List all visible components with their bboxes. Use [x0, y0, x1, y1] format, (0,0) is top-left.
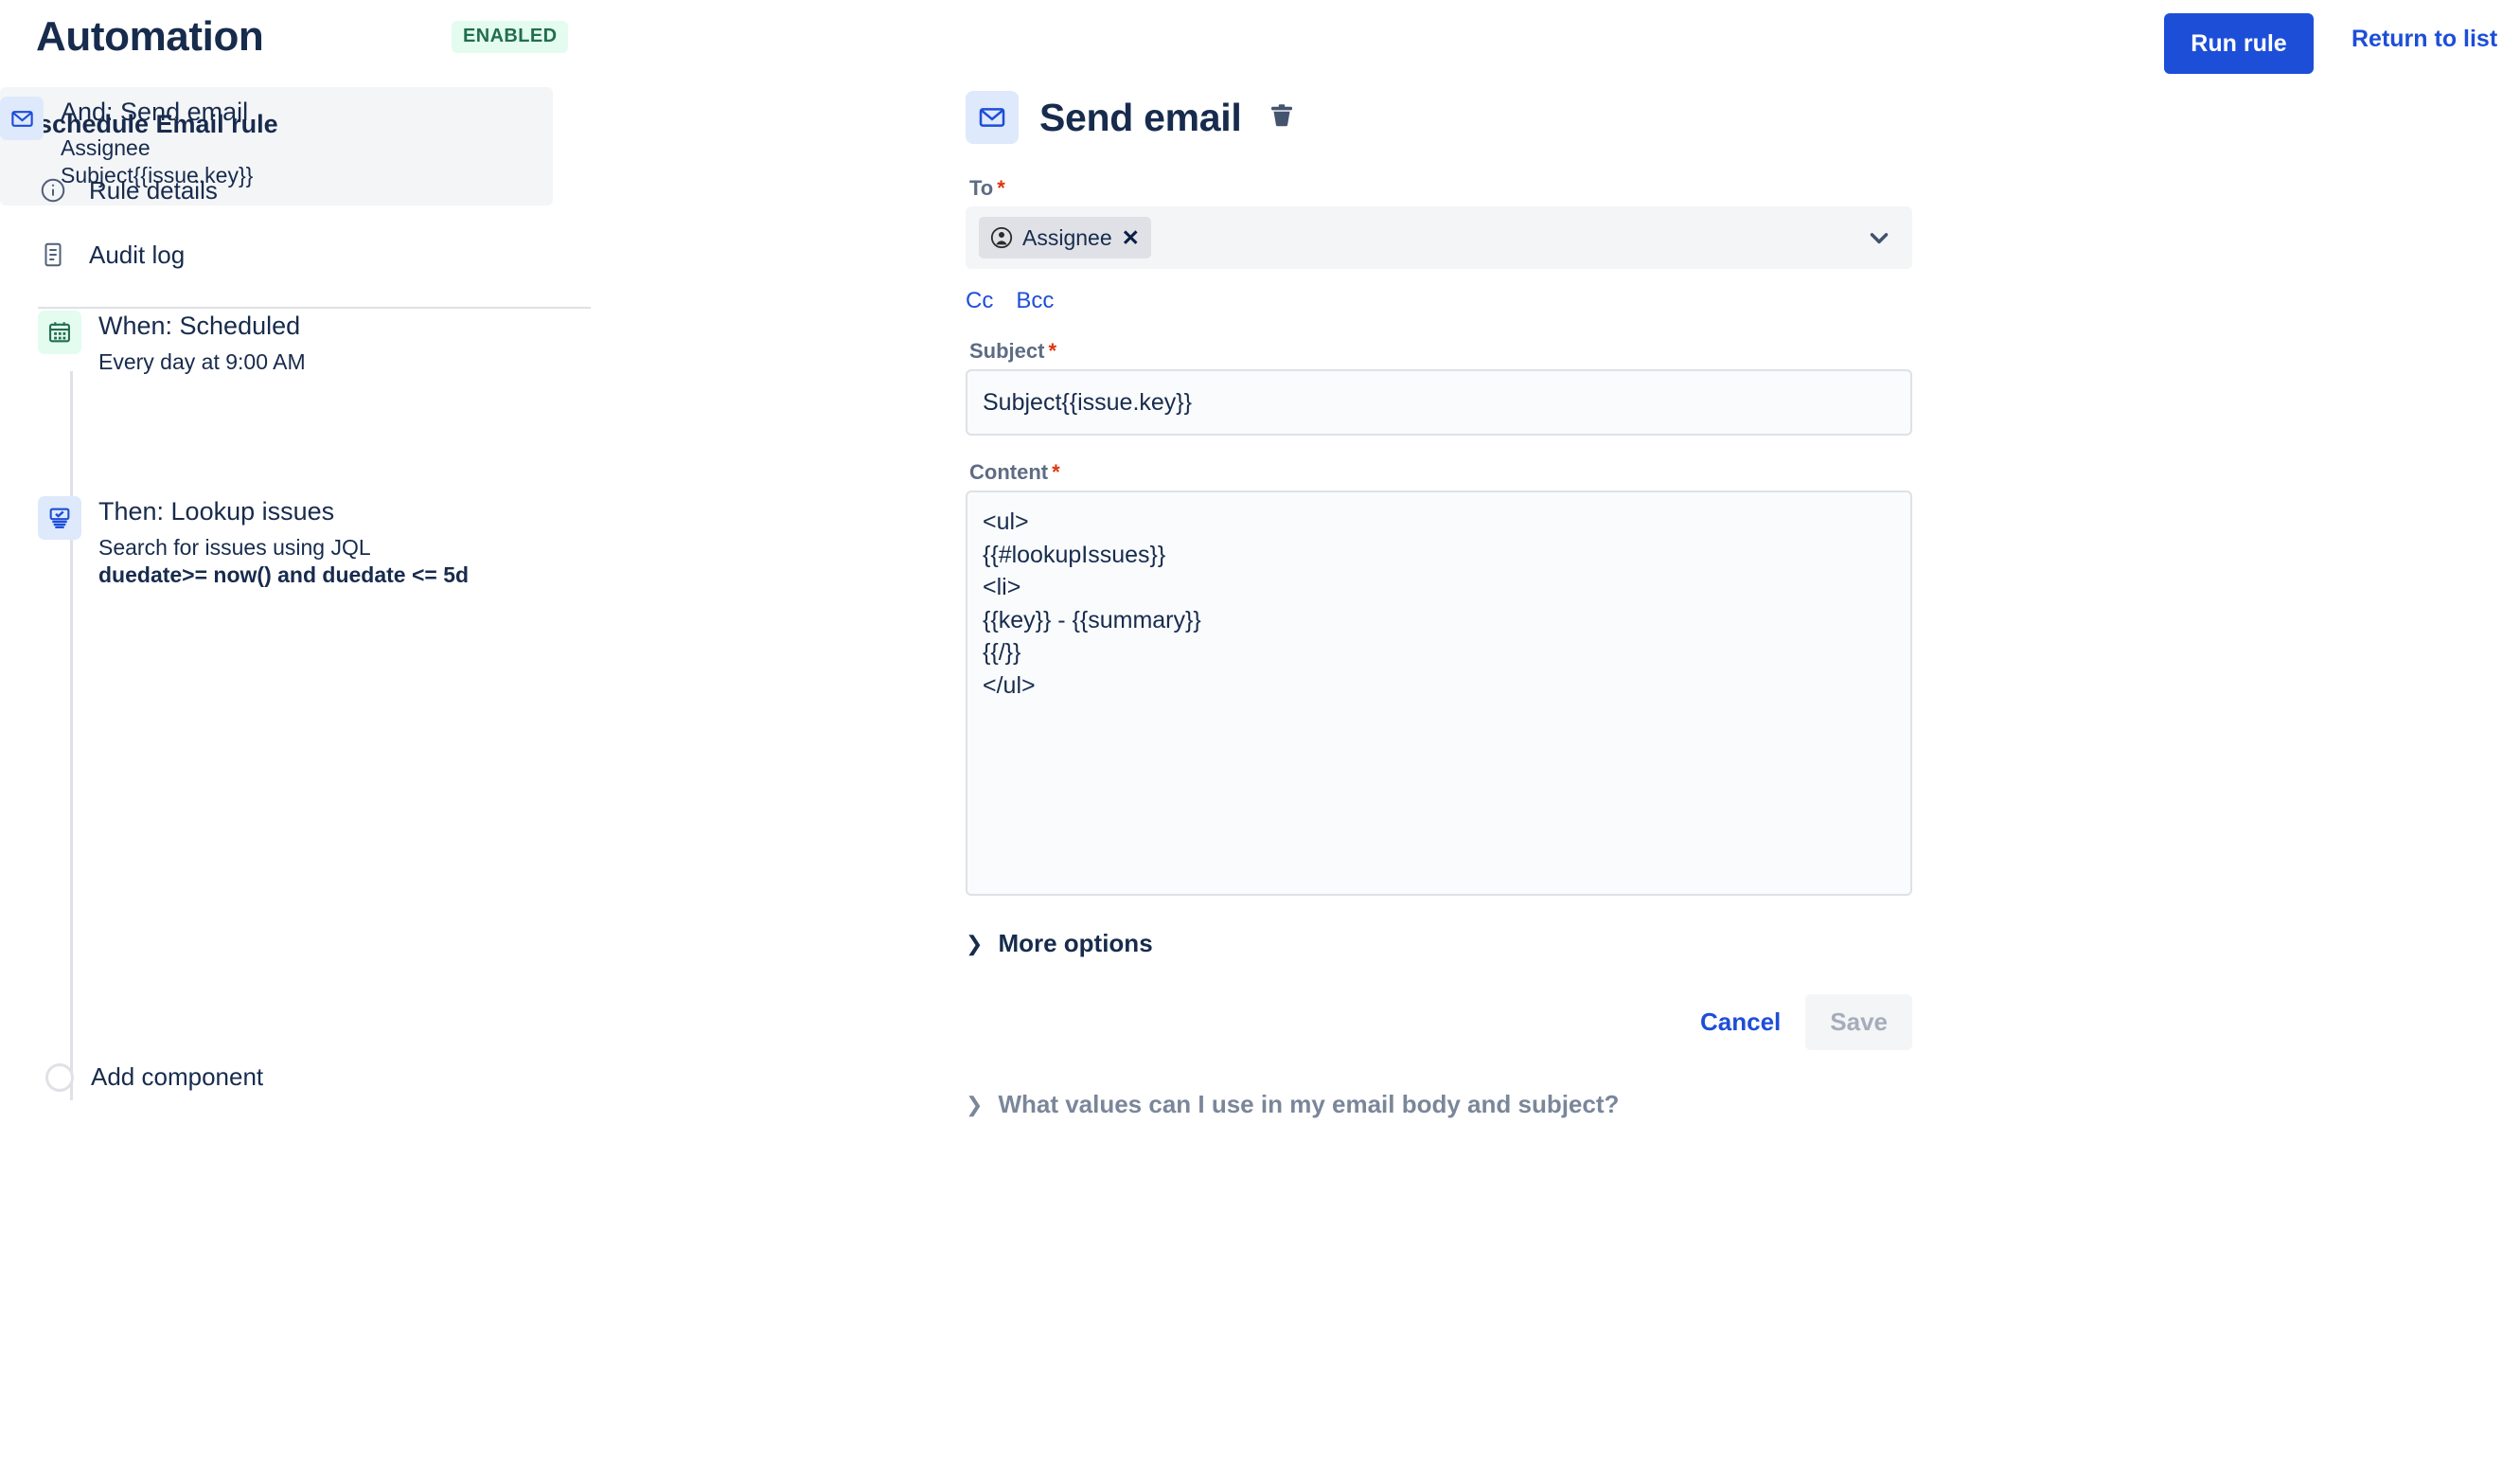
- rule-step-lookup-issues[interactable]: Then: Lookup issues Search for issues us…: [38, 489, 591, 590]
- more-options-label: More options: [998, 929, 1153, 957]
- rule-step-subtitle: Every day at 9:00 AM: [98, 349, 306, 375]
- lookup-issues-icon: [38, 496, 81, 540]
- sidebar-item-label: Audit log: [89, 240, 186, 269]
- subject-input[interactable]: [966, 369, 1912, 436]
- form-actions: Cancel Save: [966, 994, 1912, 1050]
- avatar-icon: [990, 226, 1013, 249]
- bcc-link[interactable]: Bcc: [1016, 288, 1054, 314]
- rule-timeline-connector: [70, 371, 73, 1100]
- rule-step-subtitle: Search for issues using JQL: [98, 535, 371, 561]
- top-bar: Automation ENABLED Run rule Return to li…: [0, 0, 2520, 87]
- return-to-list-link[interactable]: Return to list: [2351, 26, 2497, 53]
- status-badge: ENABLED: [452, 21, 569, 53]
- recipient-chip[interactable]: Assignee ✕: [979, 217, 1151, 259]
- to-field-label: To *: [969, 176, 1005, 200]
- page-title: Automation: [36, 13, 264, 60]
- content-field-label: Content *: [969, 460, 1060, 484]
- trash-icon: [1268, 100, 1296, 135]
- sidebar-item-audit-log[interactable]: Audit log: [38, 235, 185, 275]
- email-icon: [966, 91, 1019, 144]
- send-email-panel: Send email To * Assignee ✕ Cc Bcc Subjec…: [966, 87, 2386, 1119]
- panel-title: Send email: [1039, 95, 1242, 139]
- chevron-right-icon: ❯: [966, 931, 984, 955]
- rule-sidebar: schedule Email rule Rule details Audit l…: [0, 87, 606, 1462]
- required-mark: *: [1052, 460, 1060, 484]
- rule-step-jql: duedate>= now() and duedate <= 5d: [98, 562, 470, 588]
- run-rule-button[interactable]: Run rule: [2164, 13, 2314, 74]
- subject-field-label: Subject *: [969, 339, 1057, 363]
- help-values-label: What values can I use in my email body a…: [998, 1090, 1620, 1118]
- sidebar-item-label: Rule details: [89, 175, 218, 205]
- to-field[interactable]: Assignee ✕: [966, 206, 1912, 269]
- content-textarea[interactable]: <ul> {{#lookupIssues}} <li> {{key}} - {{…: [966, 490, 1912, 896]
- cc-link[interactable]: Cc: [966, 288, 993, 314]
- document-list-icon: [38, 240, 68, 270]
- rule-step-title: When: Scheduled: [98, 312, 301, 340]
- add-component-label: Add component: [91, 1062, 264, 1091]
- close-icon[interactable]: ✕: [1122, 226, 1140, 249]
- save-button[interactable]: Save: [1805, 994, 1912, 1050]
- rule-step-when-scheduled[interactable]: When: Scheduled Every day at 9:00 AM: [38, 303, 591, 376]
- rule-name: schedule Email rule: [38, 110, 278, 138]
- add-component-button[interactable]: Add component: [38, 1062, 263, 1092]
- delete-component-button[interactable]: [1268, 100, 1296, 135]
- more-options-expander[interactable]: ❯ More options: [966, 929, 2386, 958]
- required-mark: *: [997, 176, 1005, 200]
- chevron-right-icon: ❯: [966, 1092, 984, 1116]
- add-circle-icon: [45, 1062, 74, 1092]
- sidebar-item-rule-details[interactable]: Rule details: [38, 170, 218, 210]
- required-mark: *: [1048, 339, 1057, 363]
- recipient-chip-label: Assignee: [1022, 224, 1112, 250]
- help-values-expander[interactable]: ❯ What values can I use in my email body…: [966, 1090, 2386, 1119]
- email-icon: [0, 97, 44, 140]
- cc-bcc-row: Cc Bcc: [966, 288, 2386, 314]
- calendar-icon: [38, 311, 81, 354]
- info-circle-icon: [38, 175, 68, 205]
- chevron-down-icon[interactable]: [1865, 223, 1893, 252]
- cancel-button[interactable]: Cancel: [1683, 994, 1798, 1050]
- panel-header: Send email: [966, 87, 2386, 148]
- rule-step-title: Then: Lookup issues: [98, 497, 335, 526]
